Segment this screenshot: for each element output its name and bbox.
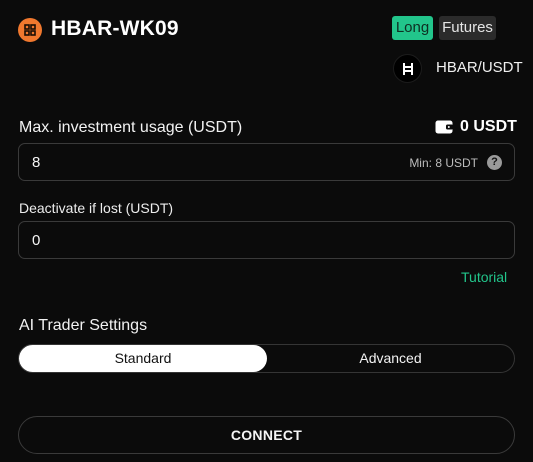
hedera-logo-icon	[393, 54, 422, 83]
ai-settings-label: AI Trader Settings	[19, 317, 148, 334]
min-investment-hint: Min: 8 USDT	[409, 156, 478, 170]
futures-badge: Futures	[439, 16, 496, 40]
advanced-option[interactable]: Advanced	[267, 345, 514, 372]
tutorial-link[interactable]: Tutorial	[461, 267, 507, 287]
deactivate-field[interactable]	[18, 221, 515, 259]
deactivate-input[interactable]	[32, 230, 332, 250]
investment-label: Max. investment usage (USDT)	[19, 119, 243, 136]
long-badge: Long	[392, 16, 433, 40]
bot-title: HBAR-WK09	[51, 17, 179, 40]
question-icon[interactable]: ?	[487, 155, 502, 170]
deactivate-label: Deactivate if lost (USDT)	[19, 200, 174, 216]
investment-input[interactable]	[32, 152, 332, 172]
standard-option[interactable]: Standard	[19, 345, 267, 372]
wallet-balance: 0 USDT	[460, 118, 517, 135]
grid-bot-icon	[18, 18, 42, 42]
investment-field[interactable]: Min: 8 USDT ?	[18, 143, 515, 181]
wallet-icon	[435, 119, 453, 134]
ai-mode-toggle: Standard Advanced	[18, 344, 515, 373]
connect-button[interactable]: CONNECT	[18, 416, 515, 454]
trading-pair: HBAR/USDT	[436, 59, 523, 76]
